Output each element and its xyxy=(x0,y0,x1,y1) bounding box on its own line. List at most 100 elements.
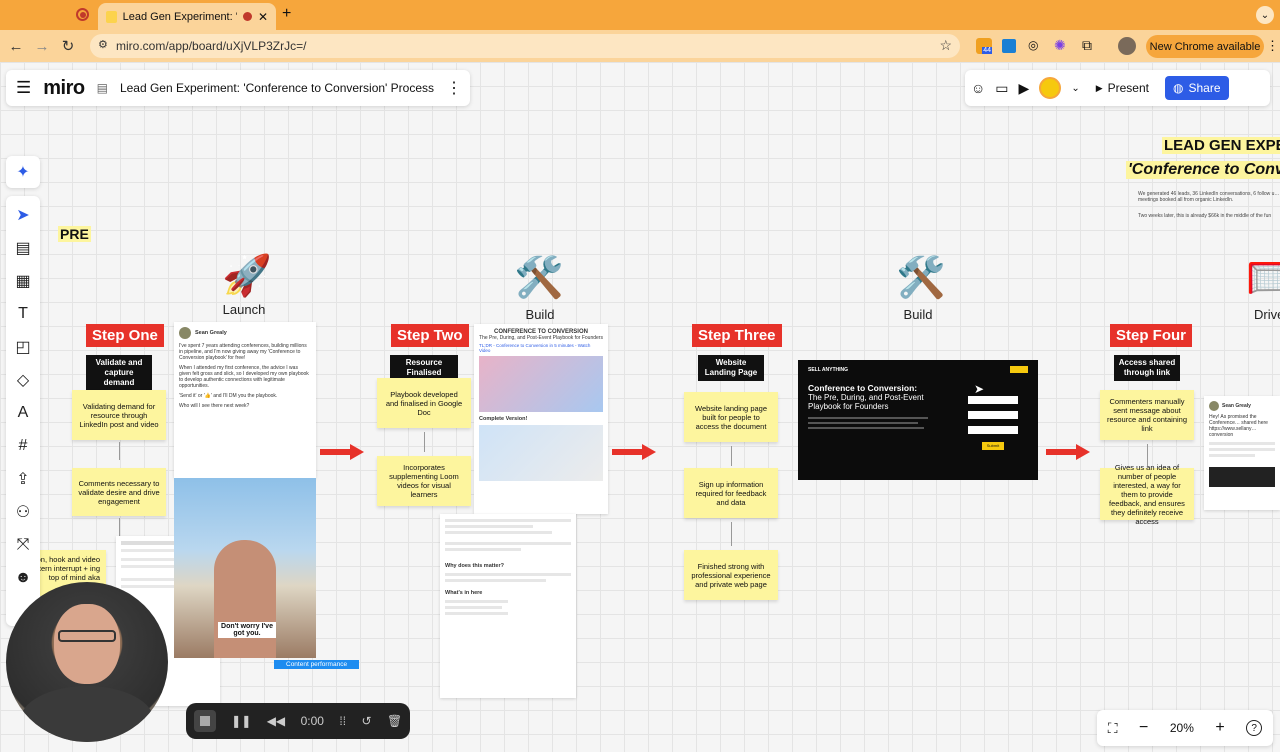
templates-tool-icon[interactable]: ⚇ xyxy=(10,501,36,523)
sparkle-icon: ✦ xyxy=(16,164,30,181)
loom-video-thumbnail[interactable] xyxy=(479,425,603,481)
comments-icon[interactable]: ▭ xyxy=(995,80,1008,97)
tab-list-chevron-icon[interactable]: ⌄ xyxy=(1256,6,1274,24)
post-author: Sean Grealy xyxy=(195,330,227,336)
chrome-menu-icon[interactable]: ⋮ xyxy=(1266,38,1279,54)
reload-icon[interactable]: ↻ xyxy=(58,36,78,56)
board-list-icon[interactable]: ▤ xyxy=(97,81,108,95)
url-bar[interactable]: ⚙ miro.com/app/board/uXjVLP3ZrJc=/ ☆ xyxy=(90,34,960,58)
connector-line xyxy=(119,442,120,460)
sticky-note[interactable]: Commenters manually sent message about r… xyxy=(1100,390,1194,440)
loom-link[interactable]: TL;DR - Conference to Conversion in 5 mi… xyxy=(479,343,603,353)
back-icon[interactable]: ← xyxy=(6,36,26,56)
header-text: We generated 46 leads, 36 LinkedIn conve… xyxy=(1138,191,1280,203)
sticky-note[interactable]: Validating demand for resource through L… xyxy=(72,390,166,440)
mindmap-tool-icon[interactable]: ⤧ xyxy=(10,534,36,556)
goal-net-icon: 🥅 xyxy=(1246,256,1280,300)
zoom-out-icon[interactable]: − xyxy=(1139,719,1148,737)
restart-icon[interactable]: ↺ xyxy=(362,714,372,728)
recording-dot-icon xyxy=(242,12,252,21)
chevron-down-icon[interactable]: ⌄ xyxy=(1071,83,1079,94)
pause-icon[interactable]: ❚❚ xyxy=(231,714,251,728)
site-settings-icon[interactable]: ⚙ xyxy=(98,38,108,51)
table-tool-icon[interactable]: ▦ xyxy=(10,270,36,292)
sticky-note[interactable]: Sign up information required for feedbac… xyxy=(684,468,778,518)
pen-tool-icon[interactable]: A xyxy=(10,402,36,424)
bookmark-star-icon[interactable]: ☆ xyxy=(939,37,952,54)
ai-assist-button[interactable]: ✦ xyxy=(6,156,40,188)
post-text: Who will I see there next week? xyxy=(179,403,250,409)
landing-brand: SELL ANYTHING xyxy=(808,366,849,373)
step-four-label: Access shared through link xyxy=(1114,355,1180,381)
select-tool-icon[interactable]: ➤ xyxy=(10,204,36,226)
sticky-note[interactable]: Playbook developed and finalised in Goog… xyxy=(377,378,471,428)
share-label: Share xyxy=(1188,81,1221,95)
zoom-in-icon[interactable]: + xyxy=(1215,719,1224,737)
flow-arrow-icon xyxy=(612,444,656,460)
sticky-note-tool-icon[interactable]: ◰ xyxy=(10,336,36,358)
drag-handle-icon[interactable]: ⁞⁞ xyxy=(339,714,346,728)
board-title[interactable]: Lead Gen Experiment: 'Conference to Conv… xyxy=(120,81,434,95)
step-one-label: Validate and capture demand xyxy=(86,355,152,391)
header-title: LEAD GEN EXPER xyxy=(1162,137,1280,154)
browser-tab[interactable]: Lead Gen Experiment: 'Co ✕ xyxy=(98,3,276,30)
extension-search-icon[interactable]: ◎ xyxy=(1028,38,1038,52)
post-text: I've spent 7 years attending conferences… xyxy=(179,343,307,361)
presenter-face xyxy=(54,604,120,684)
rocket-icon: 🚀 xyxy=(222,254,272,298)
reactions-icon[interactable]: ☺ xyxy=(971,80,985,96)
upload-tool-icon[interactable]: ⇪ xyxy=(10,468,36,490)
header-subtitle: 'Conference to Convers xyxy=(1126,161,1280,179)
sticky-note[interactable]: Website landing page built for people to… xyxy=(684,392,778,442)
present-label: Present xyxy=(1107,81,1149,95)
header-text: Two weeks later, this is already $66k in… xyxy=(1138,213,1272,219)
post-video-thumbnail[interactable]: Don't worry I've got you. xyxy=(174,478,316,658)
recording-controls: ❚❚ ◀◀ 0:00 ⁞⁞ ↺ 🗑 xyxy=(186,703,410,739)
loom-video-thumbnail[interactable] xyxy=(479,356,603,412)
video-call-icon[interactable]: ▶ xyxy=(1019,80,1030,97)
delete-recording-icon[interactable]: 🗑 xyxy=(387,714,402,728)
board-options-icon[interactable]: ⋮ xyxy=(446,78,462,98)
person-in-video xyxy=(214,540,276,658)
step-four-badge: Step Four xyxy=(1110,324,1192,347)
user-avatar[interactable] xyxy=(1039,77,1062,99)
rewind-icon[interactable]: ◀◀ xyxy=(267,714,285,728)
doc-heading: Why does this matter? xyxy=(445,563,504,569)
zoom-controls: ⛶ − 20% + ? xyxy=(1097,710,1273,746)
sticky-note[interactable]: Gives us an idea of number of people int… xyxy=(1100,463,1194,526)
signup-field xyxy=(968,411,1018,419)
extension-flag-icon[interactable] xyxy=(1002,39,1016,53)
frame-tool-icon[interactable]: # xyxy=(10,435,36,457)
record-indicator-icon[interactable] xyxy=(76,8,89,21)
tools-icon: 🛠️ xyxy=(514,256,564,300)
new-tab-icon[interactable]: + xyxy=(282,5,291,23)
help-icon[interactable]: ? xyxy=(1246,720,1263,736)
apps-tool-icon[interactable]: ☻ xyxy=(10,567,36,589)
present-button[interactable]: ▶ Present xyxy=(1090,76,1155,100)
webcam-bubble[interactable] xyxy=(6,582,168,742)
miro-logo[interactable]: miro xyxy=(43,77,85,100)
new-chrome-button[interactable]: New Chrome available xyxy=(1146,35,1264,58)
stage-label: Drive xyxy=(1254,307,1280,322)
sticky-note[interactable]: Comments necessary to validate desire an… xyxy=(72,468,166,516)
shapes-tool-icon[interactable]: ◇ xyxy=(10,369,36,391)
main-menu-icon[interactable]: ☰ xyxy=(16,78,31,98)
stop-recording-button[interactable] xyxy=(193,710,216,732)
sticky-note[interactable]: Incorporates supplementing Loom videos f… xyxy=(377,456,471,506)
comment-tool-icon[interactable]: ▤ xyxy=(10,237,36,259)
new-chrome-label: New Chrome available xyxy=(1149,40,1261,53)
fit-screen-icon[interactable]: ⛶ xyxy=(1108,720,1118,737)
miro-favicon-icon xyxy=(106,10,117,23)
close-icon[interactable]: ✕ xyxy=(258,10,268,24)
presenter-shirt xyxy=(20,686,154,742)
extension-icon[interactable]: 44 xyxy=(976,38,992,54)
profile-avatar[interactable] xyxy=(1118,37,1136,55)
text-tool-icon[interactable]: T xyxy=(10,303,36,325)
forward-icon[interactable]: → xyxy=(32,36,52,56)
share-button[interactable]: ◍ Share xyxy=(1164,76,1229,100)
extension-star-icon[interactable]: ✺ xyxy=(1054,37,1066,54)
zoom-level[interactable]: 20% xyxy=(1170,721,1194,735)
flow-arrow-icon xyxy=(320,444,364,460)
sticky-note[interactable]: Finished strong with professional experi… xyxy=(684,550,778,600)
extensions-puzzle-icon[interactable]: ⧉ xyxy=(1082,37,1092,54)
